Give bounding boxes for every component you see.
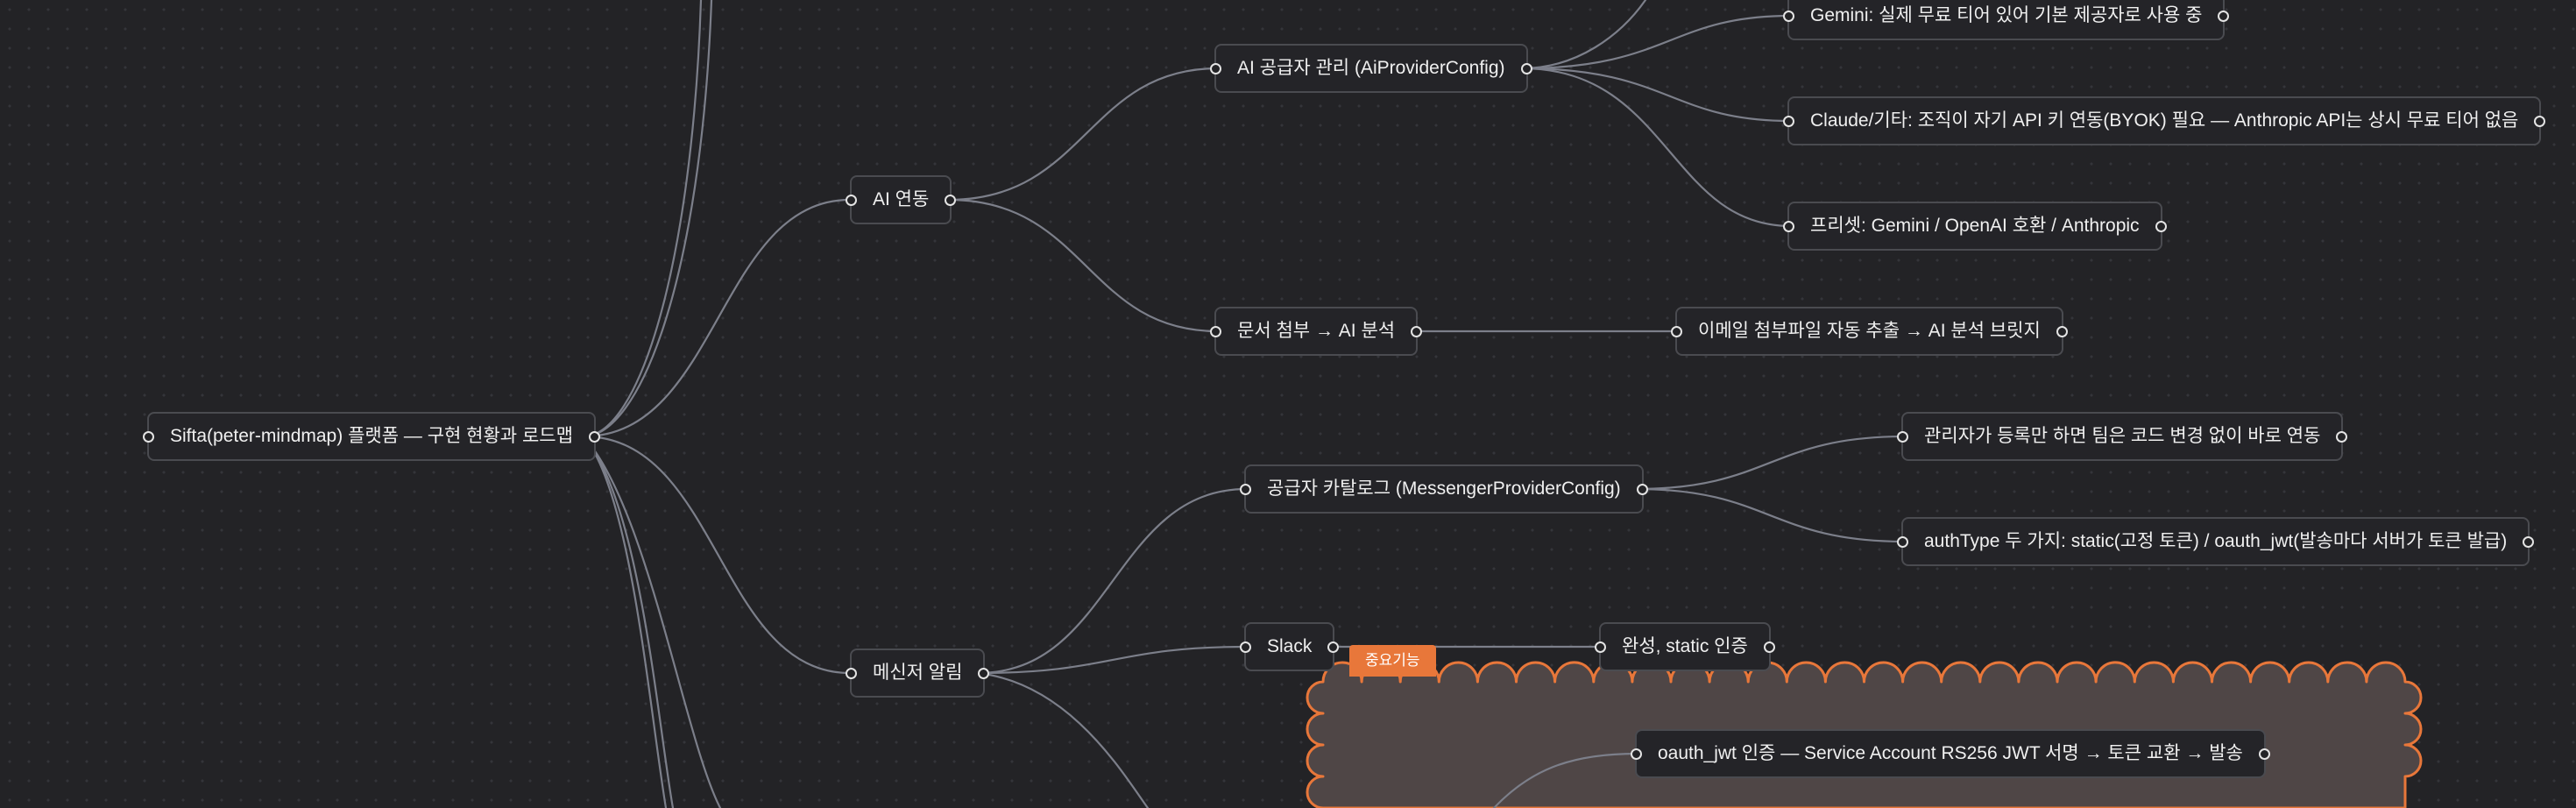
node-oauth-jwt[interactable]: oauth_jwt 인증 — Service Account RS256 JWT… <box>1631 729 2270 778</box>
node-preset-label: 프리셋: Gemini / OpenAI 호환 / Anthropic <box>1810 216 2140 236</box>
node-email-bridge[interactable]: 이메일 첨부파일 자동 추출 → AI 분석 브릿지 <box>1671 307 2068 356</box>
node-provider-catalog[interactable]: 공급자 카탈로그 (MessengerProviderConfig) <box>1240 464 1648 514</box>
node-messenger-port-left[interactable] <box>846 667 857 679</box>
node-doc-attach-label: 문서 첨부 → AI 분석 <box>1237 321 1396 341</box>
root-node-label: Sifta(peter-mindmap) 플랫폼 — 구현 현황과 로드맵 <box>170 426 573 446</box>
node-gemini[interactable]: Gemini: 실제 무료 티어 있어 기본 제공자로 사용 중 <box>1783 0 2230 40</box>
edge-root-down-1 <box>582 435 668 808</box>
node-auth-type-label: authType 두 가지: static(고정 토큰) / oauth_jwt… <box>1924 531 2508 551</box>
node-ai-provider-port-left[interactable] <box>1210 62 1221 74</box>
edge-root-up-2 <box>582 0 713 438</box>
node-doc-attach-port-left[interactable] <box>1210 325 1221 337</box>
highlight-badge: 중요기능 <box>1349 645 1436 677</box>
node-doc-attach[interactable]: 문서 첨부 → AI 분석 <box>1210 307 1423 356</box>
node-gemini-label: Gemini: 실제 무료 티어 있어 기본 제공자로 사용 중 <box>1810 5 2203 25</box>
root-port-right[interactable] <box>588 430 600 443</box>
edge-provider-up <box>1520 0 1647 70</box>
node-doc-attach-port-right[interactable] <box>1411 325 1423 337</box>
edge-root-ai <box>582 198 852 438</box>
node-auth-type-port-right[interactable] <box>2523 535 2535 548</box>
node-slack-port-right[interactable] <box>1327 641 1340 653</box>
node-admin-register[interactable]: 관리자가 등록만 하면 팀은 코드 변경 없이 바로 연동 <box>1897 412 2348 461</box>
node-claude-label: Claude/기타: 조직이 자기 API 키 연동(BYOK) 필요 — An… <box>1810 110 2519 131</box>
node-admin-register-label: 관리자가 등록만 하면 팀은 코드 변경 없이 바로 연동 <box>1924 426 2321 446</box>
edge-provider-claude <box>1520 67 1793 123</box>
edge-catalog-authtype <box>1634 487 1907 543</box>
node-email-bridge-label: 이메일 첨부파일 자동 추출 → AI 분석 브릿지 <box>1698 321 2041 341</box>
node-slack-port-left[interactable] <box>1240 641 1251 653</box>
edge-ai-docattach <box>947 198 1220 333</box>
node-slack-done-port-left[interactable] <box>1595 641 1606 653</box>
node-ai-provider-port-right[interactable] <box>1520 62 1532 74</box>
edge-messenger-slack <box>976 645 1249 675</box>
node-email-bridge-port-left[interactable] <box>1671 325 1682 337</box>
node-slack-done[interactable]: 완성, static 인증 <box>1595 622 1775 671</box>
node-claude-port-right[interactable] <box>2534 115 2546 127</box>
edge-catalog-admin <box>1634 435 1907 491</box>
edge-messenger-catalog <box>976 487 1249 675</box>
edge-ai-provider <box>947 67 1220 202</box>
root-port-left[interactable] <box>143 430 154 443</box>
node-ai[interactable]: AI 연동 <box>846 175 957 224</box>
node-provider-catalog-label: 공급자 카탈로그 (MessengerProviderConfig) <box>1267 478 1621 499</box>
node-ai-label: AI 연동 <box>873 189 930 209</box>
node-auth-type[interactable]: authType 두 가지: static(고정 토큰) / oauth_jwt… <box>1897 517 2535 566</box>
node-slack-label: Slack <box>1267 636 1313 656</box>
edge-root-down-2 <box>582 435 675 808</box>
node-ai-port-right[interactable] <box>945 194 957 206</box>
node-slack-done-port-right[interactable] <box>1763 641 1775 653</box>
node-preset-port-right[interactable] <box>2155 220 2167 232</box>
node-ai-port-left[interactable] <box>846 194 857 206</box>
edge-root-up-1 <box>582 0 703 438</box>
node-provider-catalog-port-right[interactable] <box>1636 483 1648 495</box>
node-messenger[interactable]: 메신저 알림 <box>846 649 990 698</box>
node-ai-provider[interactable]: AI 공급자 관리 (AiProviderConfig) <box>1210 44 1532 93</box>
node-preset-port-left[interactable] <box>1783 220 1794 232</box>
edge-root-messenger <box>582 435 852 675</box>
node-claude-port-left[interactable] <box>1783 115 1794 127</box>
node-preset[interactable]: 프리셋: Gemini / OpenAI 호환 / Anthropic <box>1783 202 2167 251</box>
node-ai-provider-label: AI 공급자 관리 (AiProviderConfig) <box>1237 58 1505 78</box>
node-claude[interactable]: Claude/기타: 조직이 자기 API 키 연동(BYOK) 필요 — An… <box>1783 96 2546 145</box>
node-messenger-label: 메신저 알림 <box>873 663 963 683</box>
node-oauth-jwt-port-left[interactable] <box>1631 748 1642 760</box>
node-slack[interactable]: Slack <box>1240 622 1340 671</box>
node-email-bridge-port-right[interactable] <box>2056 325 2068 337</box>
node-admin-register-port-right[interactable] <box>2336 430 2348 443</box>
node-admin-register-port-left[interactable] <box>1897 430 1908 443</box>
node-provider-catalog-port-left[interactable] <box>1240 483 1251 495</box>
node-auth-type-port-left[interactable] <box>1897 535 1908 548</box>
edge-provider-gemini <box>1520 14 1793 70</box>
node-oauth-jwt-label: oauth_jwt 인증 — Service Account RS256 JWT… <box>1658 743 2243 763</box>
node-oauth-jwt-port-right[interactable] <box>2258 748 2270 760</box>
node-gemini-port-right[interactable] <box>2218 10 2230 22</box>
node-slack-done-label: 완성, static 인증 <box>1622 636 1748 656</box>
node-messenger-port-right[interactable] <box>978 667 990 679</box>
edge-messenger-down <box>976 671 1150 808</box>
node-gemini-port-left[interactable] <box>1783 10 1794 22</box>
root-node[interactable]: Sifta(peter-mindmap) 플랫폼 — 구현 현황과 로드맵 <box>143 412 600 461</box>
edge-root-down-3 <box>582 435 722 808</box>
